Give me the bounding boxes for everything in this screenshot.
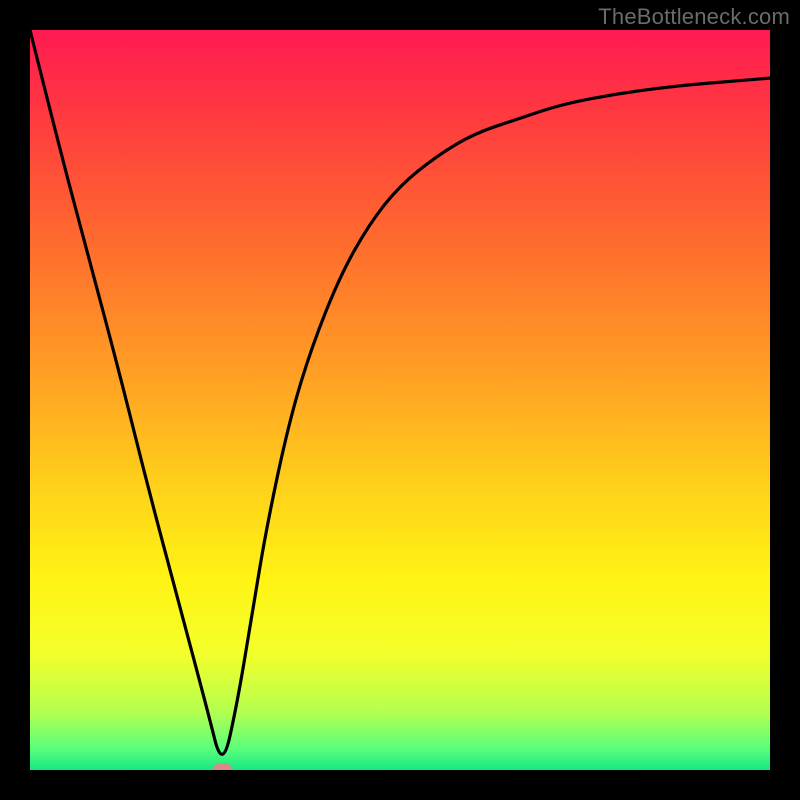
gradient-background (30, 30, 770, 770)
watermark-text: TheBottleneck.com (598, 4, 790, 30)
plot-area (30, 30, 770, 770)
chart-frame: TheBottleneck.com (0, 0, 800, 800)
chart-svg (30, 30, 770, 770)
